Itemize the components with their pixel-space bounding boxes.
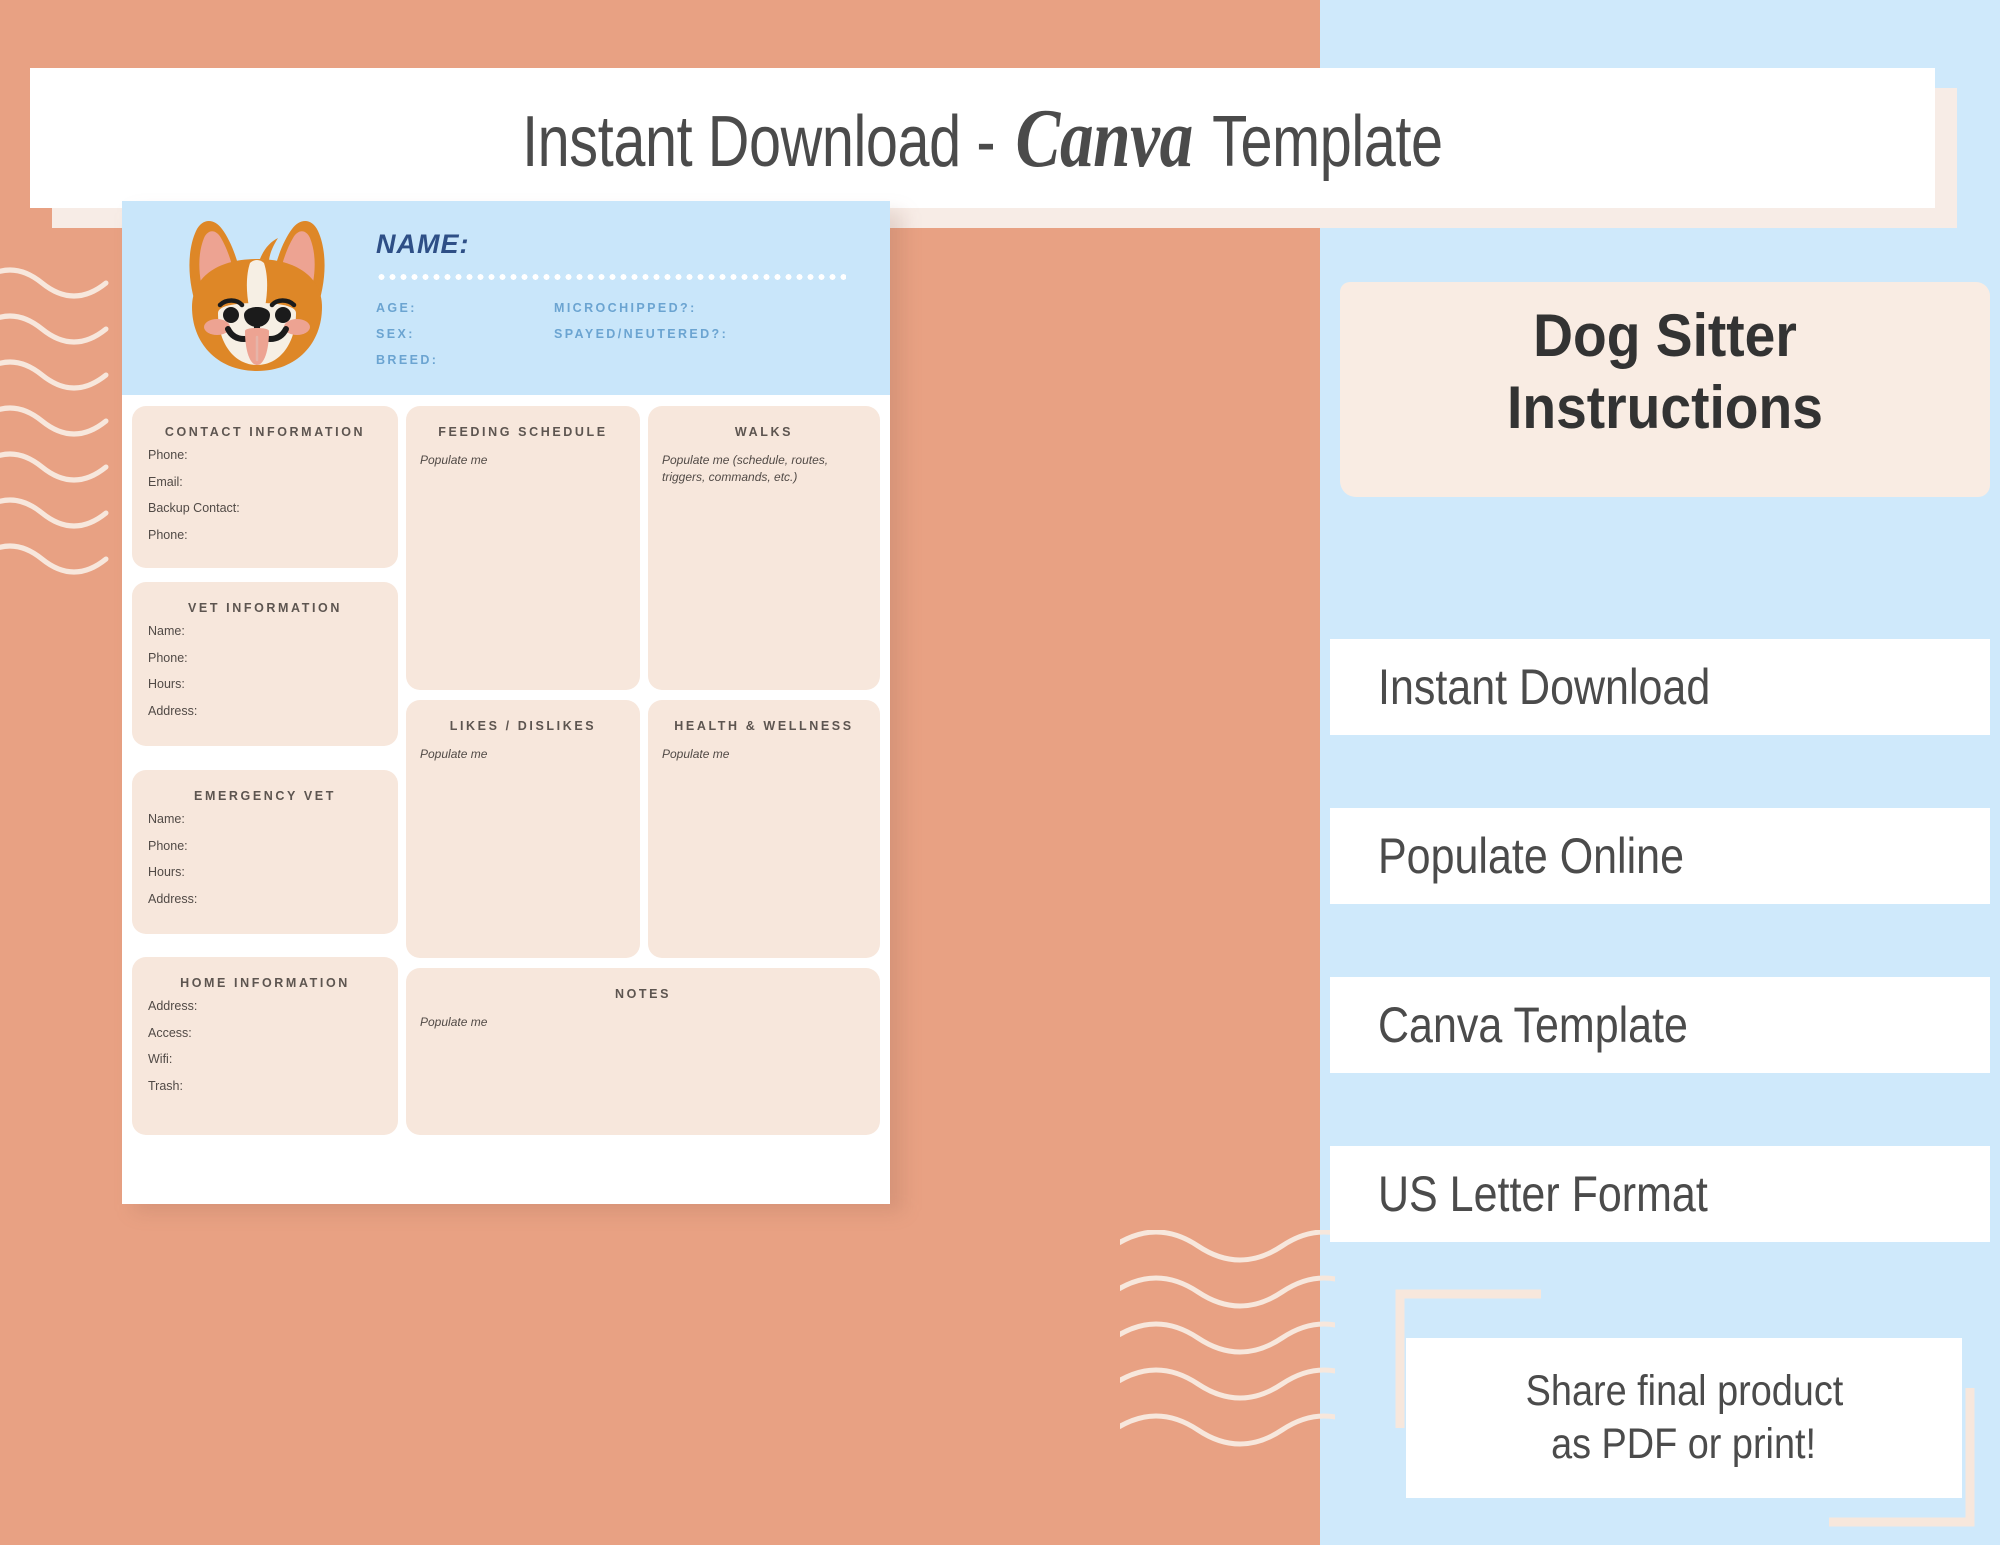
printable-sheet-preview: NAME: AGE: SEX: BREED: MICROCHIPPED?: SP… [122, 201, 890, 1204]
pet-name-block: NAME: AGE: SEX: BREED: MICROCHIPPED?: SP… [376, 229, 866, 373]
likes-placeholder-text: Populate me [420, 747, 488, 761]
feature-label-us-letter-format: US Letter Format [1378, 1166, 1708, 1222]
banner-title-prefix: Instant Download - [522, 101, 1011, 182]
evet-field-name: Name: [148, 812, 185, 826]
panel-title-walks: WALKS [734, 425, 794, 439]
notes-placeholder-text: Populate me [420, 1015, 488, 1029]
panel-title-emergency-vet: EMERGENCY VET [194, 789, 336, 803]
feature-label-populate-online: Populate Online [1378, 828, 1684, 884]
name-label: NAME: [376, 229, 470, 259]
home-field-access: Access: [148, 1025, 192, 1040]
final-product-callout: Share final product as PDF or print! [1406, 1338, 1962, 1498]
final-callout-line-2: as PDF or print! [1551, 1420, 1817, 1468]
panel-likes-dislikes: LIKES / DISLIKES Populate me [406, 700, 640, 958]
panel-contact-information: CONTACT INFORMATION Phone: Email: Backup… [132, 406, 398, 568]
panel-health-wellness: HEALTH & WELLNESS Populate me [648, 700, 880, 958]
panel-title-notes: NOTES [614, 987, 672, 1001]
evet-field-hours: Hours: [148, 865, 185, 879]
panel-title-likes-dislikes: LIKES / DISLIKES [449, 719, 597, 733]
banner-title: Instant Download - Canva Template [522, 90, 1443, 187]
pet-meta-right-column: MICROCHIPPED?: SPAYED/NEUTERED?: [554, 295, 854, 373]
contact-field-phone: Phone: [148, 448, 188, 462]
corgi-dog-icon [189, 220, 325, 371]
contact-field-backup-phone: Phone: [148, 527, 188, 542]
panel-vet-information: VET INFORMATION Name: Phone: Hours: Addr… [132, 582, 398, 746]
panel-walks: WALKS Populate me (schedule, routes, tri… [648, 406, 880, 690]
pet-meta-grid: AGE: SEX: BREED: MICROCHIPPED?: SPAYED/N… [376, 295, 866, 373]
contact-field-email: Email: [148, 474, 183, 489]
panel-home-information: HOME INFORMATION Address: Access: Wifi: … [132, 957, 398, 1135]
panel-emergency-vet: EMERGENCY VET Name: Phone: Hours: Addres… [132, 770, 398, 934]
field-age: AGE: [376, 301, 417, 315]
final-callout-line-1: Share final product [1525, 1367, 1843, 1415]
banner-title-suffix: Template [1197, 101, 1443, 182]
field-spayed-neutered: SPAYED/NEUTERED?: [554, 327, 729, 341]
home-field-trash: Trash: [148, 1078, 183, 1093]
product-title-line-2: Instructions [1507, 374, 1823, 441]
sheet-header: NAME: AGE: SEX: BREED: MICROCHIPPED?: SP… [122, 201, 890, 395]
walks-placeholder-text: Populate me (schedule, routes, triggers,… [662, 453, 829, 484]
panel-notes: NOTES Populate me [406, 968, 880, 1135]
vet-field-phone: Phone: [148, 650, 188, 665]
sheet-body: CONTACT INFORMATION Phone: Email: Backup… [122, 395, 890, 1204]
feature-label-instant-download: Instant Download [1378, 659, 1711, 715]
product-title-line-1: Dog Sitter [1533, 302, 1797, 369]
feature-item-populate-online: Populate Online [1330, 808, 1990, 904]
panel-feeding-schedule: FEEDING SCHEDULE Populate me [406, 406, 640, 690]
panel-title-contact: CONTACT INFORMATION [164, 425, 366, 439]
feature-item-canva-template: Canva Template [1330, 977, 1990, 1073]
feature-label-canva-template: Canva Template [1378, 997, 1688, 1053]
panel-title-vet: VET INFORMATION [187, 601, 343, 615]
top-banner: Instant Download - Canva Template [30, 68, 1935, 208]
feature-item-instant-download: Instant Download [1330, 639, 1990, 735]
vet-field-address: Address: [148, 703, 198, 718]
evet-field-address: Address: [148, 891, 198, 906]
field-breed: BREED: [376, 353, 439, 367]
health-placeholder-text: Populate me [662, 747, 730, 761]
background-right-panel [1320, 0, 2000, 1545]
panel-title-feeding: FEEDING SCHEDULE [438, 425, 608, 439]
vet-field-name: Name: [148, 624, 185, 638]
panel-title-home: HOME INFORMATION [180, 976, 350, 990]
field-sex: SEX: [376, 327, 415, 341]
field-microchipped: MICROCHIPPED?: [554, 301, 697, 315]
canva-brand-word: Canva [1015, 91, 1194, 185]
panel-title-health-wellness: HEALTH & WELLNESS [674, 719, 854, 733]
product-title: Dog Sitter Instructions [1366, 300, 1964, 444]
home-field-wifi: Wifi: [148, 1052, 173, 1066]
name-dotted-line [376, 274, 846, 280]
feature-item-us-letter-format: US Letter Format [1330, 1146, 1990, 1242]
pet-meta-left-column: AGE: SEX: BREED: [376, 295, 554, 373]
home-field-address: Address: [148, 999, 198, 1013]
evet-field-phone: Phone: [148, 838, 188, 853]
contact-field-backup-contact: Backup Contact: [148, 501, 240, 515]
feeding-placeholder-text: Populate me [420, 453, 488, 467]
vet-field-hours: Hours: [148, 677, 185, 691]
